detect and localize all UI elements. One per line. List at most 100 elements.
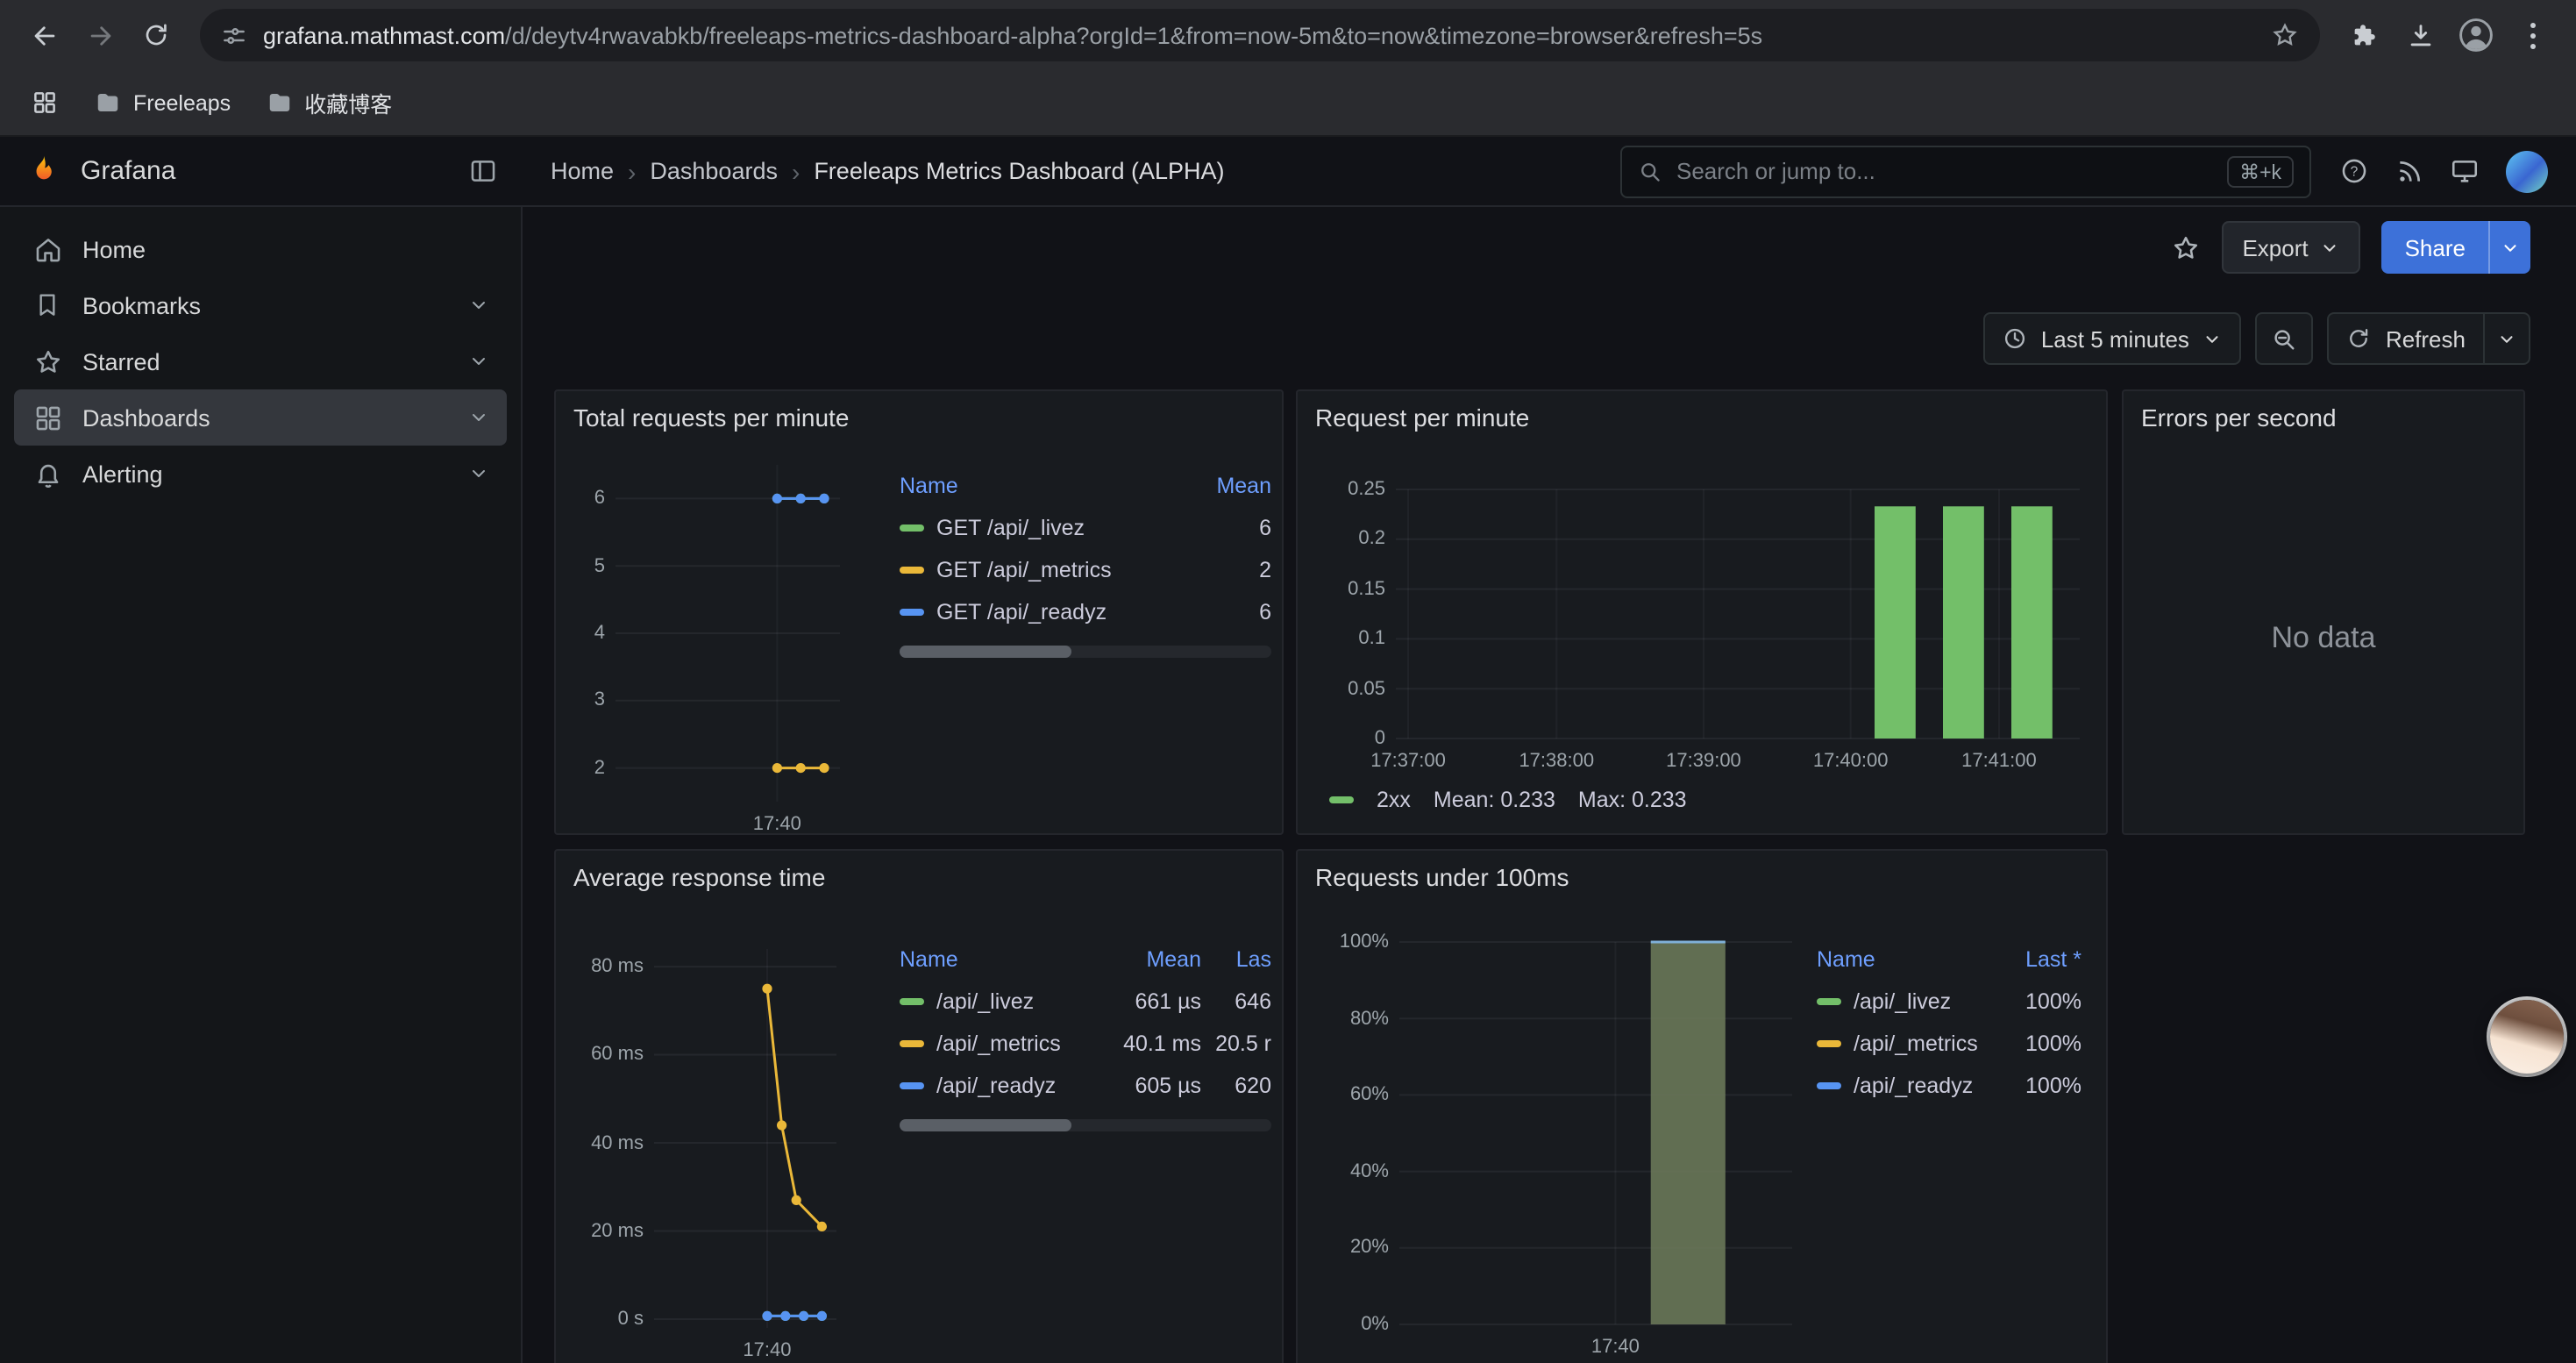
chevron-down-icon[interactable] [468, 351, 489, 372]
share-menu-button[interactable] [2488, 221, 2530, 274]
search-placeholder: Search or jump to... [1676, 158, 2213, 184]
browser-menu-icon[interactable] [2506, 9, 2558, 61]
breadcrumb: Home›Dashboards›Freeleaps Metrics Dashbo… [523, 157, 1225, 185]
y-axis-label: 0% [1308, 1310, 1389, 1338]
series-color-swatch [900, 525, 924, 532]
chevron-down-icon[interactable] [468, 407, 489, 428]
legend-row[interactable]: /api/_metrics40.1 ms20.5 r [900, 1023, 1271, 1065]
x-axis-label: 17:41:00 [1929, 747, 2069, 775]
brand-name[interactable]: Grafana [81, 156, 175, 186]
legend-column-header[interactable]: Last * [1990, 947, 2081, 972]
zoom-out-button[interactable] [2256, 312, 2314, 365]
legend-row[interactable]: GET /api/_livez 6 [900, 507, 1271, 549]
legend-scrollbar[interactable] [900, 646, 1271, 658]
series-name: GET /api/_livez [936, 516, 1085, 540]
assistant-avatar-button[interactable] [2490, 1000, 2564, 1074]
sidebar-item-alerting[interactable]: Alerting [14, 446, 507, 502]
legend-value: 40.1 ms [1092, 1031, 1201, 1056]
y-axis-label: 60% [1308, 1081, 1389, 1109]
bookmark-star-icon[interactable] [2271, 21, 2299, 49]
x-axis-label: 17:37:00 [1338, 747, 1478, 775]
sidebar-item-home[interactable]: Home [14, 221, 507, 277]
panel-title[interactable]: Requests under 100ms [1298, 851, 2106, 903]
panel-title[interactable]: Average response time [556, 851, 1282, 903]
bookmark-item[interactable]: 收藏博客 [252, 79, 406, 126]
breadcrumb-item[interactable]: Dashboards [650, 158, 778, 184]
address-bar[interactable]: grafana.mathmast.com/d/deytv4rwavabkb/fr… [200, 9, 2320, 61]
share-button[interactable]: Share [2382, 221, 2488, 274]
legend-header-row: NameLast * [1817, 938, 2081, 981]
scrollbar-thumb[interactable] [900, 1119, 1071, 1131]
monitor-icon[interactable] [2450, 156, 2480, 186]
breadcrumb-item[interactable]: Home [551, 158, 614, 184]
sidebar-item-label: Bookmarks [82, 292, 201, 318]
legend-column-header[interactable]: Name [1817, 947, 1990, 972]
downloads-icon[interactable] [2394, 9, 2446, 61]
forward-button[interactable] [74, 9, 126, 61]
legend-value: 6 [1187, 516, 1271, 540]
sidebar-item-label: Starred [82, 348, 160, 375]
legend-column-header[interactable]: Las [1201, 947, 1271, 972]
legend-column-header[interactable]: Name [900, 474, 1187, 498]
y-axis-label: 40 ms [566, 1129, 644, 1157]
legend-value: 100% [1990, 989, 2081, 1014]
site-info-icon[interactable] [221, 22, 247, 48]
chevron-down-icon[interactable] [468, 463, 489, 484]
legend-row[interactable]: /api/_livez661 µs646 [900, 981, 1271, 1023]
legend-row[interactable]: GET /api/_readyz6 [900, 591, 1271, 633]
panel-title[interactable]: Errors per second [2124, 391, 2523, 444]
legend-header-row: NameMeanLas [900, 938, 1271, 981]
sidebar-item-starred[interactable]: Starred [14, 333, 507, 389]
panel-total-requests-per-minute: Total requests per minute NameMean GET /a… [554, 389, 1284, 835]
grafana-app: Grafana Home›Dashboards›Freeleaps Metric… [0, 137, 2576, 1363]
legend-scrollbar[interactable] [900, 1119, 1271, 1131]
legend-row[interactable]: /api/_metrics100% [1817, 1023, 2081, 1065]
legend-row[interactable]: GET /api/_metrics2 [900, 549, 1271, 591]
legend-column-header[interactable]: Name [900, 947, 1092, 972]
bookmark-label: Freeleaps [133, 90, 231, 115]
back-button[interactable] [18, 9, 70, 61]
series-color-swatch [1817, 998, 1841, 1005]
y-axis-label: 60 ms [566, 1041, 644, 1069]
kebab-icon [2530, 22, 2535, 48]
user-avatar[interactable] [2506, 150, 2548, 192]
refresh-icon [2347, 326, 2372, 351]
series-name[interactable]: 2xx [1377, 788, 1411, 812]
sidebar-toggle-icon[interactable] [468, 156, 498, 186]
scrollbar-thumb[interactable] [900, 646, 1071, 658]
sidebar-item-dashboards[interactable]: Dashboards [14, 389, 507, 446]
legend-row[interactable]: /api/_livez100% [1817, 981, 2081, 1023]
chart-canvas [654, 949, 836, 1328]
sidebar-item-bookmarks[interactable]: Bookmarks [14, 277, 507, 333]
profile-avatar[interactable] [2450, 9, 2502, 61]
legend-column-header[interactable]: Mean [1187, 474, 1271, 498]
zoom-out-icon [2272, 325, 2298, 352]
breadcrumb-separator: › [628, 157, 636, 185]
help-icon[interactable]: ? [2339, 156, 2369, 186]
chevron-down-icon [2321, 238, 2340, 257]
legend-table: NameMean GET /api/_livez 6 GET /api/_metric… [900, 465, 1271, 658]
bookmarks-bar-items: Freeleaps 收藏博客 [81, 79, 406, 126]
grafana-body: Home Bookmarks Starred DashboardsAlerting E… [0, 207, 2576, 1363]
reload-button[interactable] [130, 9, 182, 61]
grafana-logo[interactable] [25, 152, 63, 190]
refresh-interval-button[interactable] [2483, 312, 2530, 365]
extensions-icon[interactable] [2338, 9, 2390, 61]
time-range-picker[interactable]: Last 5 minutes [1983, 312, 2242, 365]
legend-value: 646 [1201, 989, 1271, 1014]
x-axis-label: 17:40 [697, 1337, 837, 1363]
rss-icon[interactable] [2395, 157, 2423, 185]
bookmark-item[interactable]: Freeleaps [81, 82, 245, 123]
export-button[interactable]: Export [2221, 221, 2360, 274]
refresh-button[interactable]: Refresh [2328, 312, 2483, 365]
panel-title[interactable]: Total requests per minute [556, 391, 1282, 444]
legend-value: 620 [1201, 1074, 1271, 1098]
legend-row[interactable]: /api/_readyz605 µs620 [900, 1065, 1271, 1107]
legend-row[interactable]: /api/_readyz100% [1817, 1065, 2081, 1107]
search-input[interactable]: Search or jump to... ⌘+k [1620, 145, 2311, 197]
apps-grid-icon[interactable] [21, 80, 67, 125]
legend-column-header[interactable]: Mean [1092, 947, 1201, 972]
favorite-star-icon[interactable] [2170, 232, 2200, 262]
panel-title[interactable]: Request per minute [1298, 391, 2106, 444]
chevron-down-icon[interactable] [468, 295, 489, 316]
